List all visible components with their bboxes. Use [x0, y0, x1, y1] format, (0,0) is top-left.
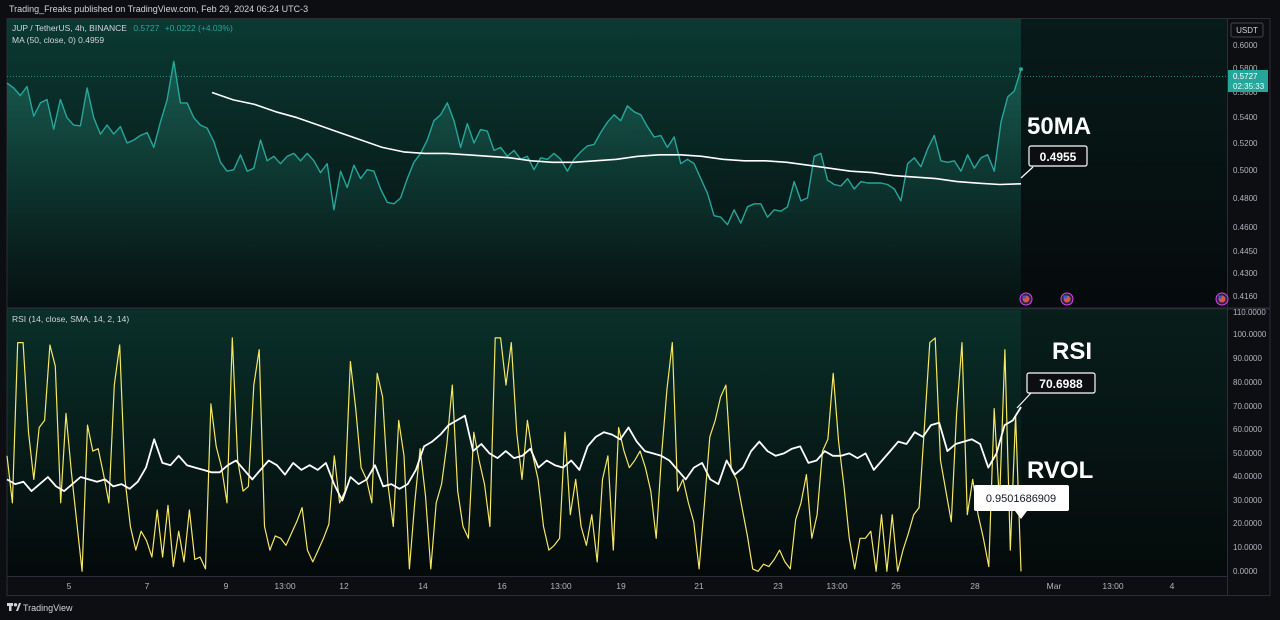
tradingview-chart[interactable]: Trading_Freaks published on TradingView.…	[0, 0, 1280, 620]
time-label: 13:00	[1102, 581, 1124, 591]
event-flag-icon[interactable]	[1060, 292, 1074, 306]
time-label: 19	[616, 581, 626, 591]
time-label: 28	[970, 581, 980, 591]
time-label: 4	[1170, 581, 1175, 591]
ma-value: 0.4955	[1040, 150, 1077, 164]
ma-annotation-label: 50MA	[1027, 113, 1091, 140]
symbol-legend: JUP / TetherUS, 4h, BINANCE 0.5727 +0.02…	[12, 23, 233, 33]
time-label: 16	[497, 581, 507, 591]
time-label: 13:00	[826, 581, 848, 591]
currency-label: USDT	[1236, 26, 1258, 35]
price-tick: 0.4600	[1233, 223, 1258, 232]
last-price-dot	[1019, 67, 1023, 72]
rsi-tick: 110.0000	[1233, 308, 1266, 317]
time-label: Mar	[1047, 581, 1062, 591]
rvol-value: 0.9501686909	[986, 493, 1056, 505]
rsi-tick: 30.0000	[1233, 496, 1262, 505]
footer-brand: TradingView	[23, 603, 73, 613]
price-tick: 0.6000	[1233, 41, 1258, 50]
event-flag-icon[interactable]	[1019, 292, 1033, 306]
rsi-tick: 100.0000	[1233, 330, 1267, 339]
rsi-tick: 0.0000	[1233, 567, 1258, 576]
ma-legend: MA (50, close, 0) 0.4959	[12, 35, 104, 45]
time-label: 7	[145, 581, 150, 591]
time-label: 13:00	[274, 581, 296, 591]
time-label: 12	[339, 581, 349, 591]
rsi-annotation-label: RSI	[1052, 338, 1092, 365]
rsi-tick: 60.0000	[1233, 425, 1262, 434]
price-tick: 0.4450	[1233, 247, 1258, 256]
rsi-tick: 70.0000	[1233, 402, 1262, 411]
publish-line: Trading_Freaks published on TradingView.…	[9, 4, 308, 14]
price-change: +0.0222 (+4.03%)	[165, 23, 233, 33]
price-tick: 0.4160	[1233, 292, 1258, 301]
countdown: 02:35:33	[1233, 82, 1265, 91]
time-label: 21	[694, 581, 704, 591]
price-tick: 0.5000	[1233, 166, 1258, 175]
price-tick: 0.5200	[1233, 139, 1258, 148]
rsi-tick: 40.0000	[1233, 472, 1262, 481]
time-label: 5	[67, 581, 72, 591]
price-tag-value: 0.5727	[1233, 72, 1258, 81]
price-tick: 0.4800	[1233, 194, 1258, 203]
time-label: 13:00	[550, 581, 572, 591]
rsi-tick: 50.0000	[1233, 449, 1262, 458]
price-tick: 0.5400	[1233, 113, 1258, 122]
rsi-legend: RSI (14, close, SMA, 14, 2, 14)	[12, 314, 129, 324]
event-flag-icon[interactable]	[1215, 292, 1229, 306]
symbol-line: JUP / TetherUS, 4h, BINANCE	[12, 23, 127, 33]
rsi-tick: 10.0000	[1233, 543, 1262, 552]
time-label: 26	[891, 581, 901, 591]
rsi-value: 70.6988	[1039, 377, 1083, 391]
price-tick: 0.4300	[1233, 269, 1258, 278]
rsi-tick: 20.0000	[1233, 519, 1262, 528]
time-label: 9	[224, 581, 229, 591]
rsi-tick: 80.0000	[1233, 378, 1262, 387]
rsi-tick: 90.0000	[1233, 354, 1262, 363]
time-label: 14	[418, 581, 428, 591]
time-label: 23	[773, 581, 783, 591]
rvol-annotation-label: RVOL	[1027, 457, 1093, 484]
last-price: 0.5727	[133, 23, 159, 33]
